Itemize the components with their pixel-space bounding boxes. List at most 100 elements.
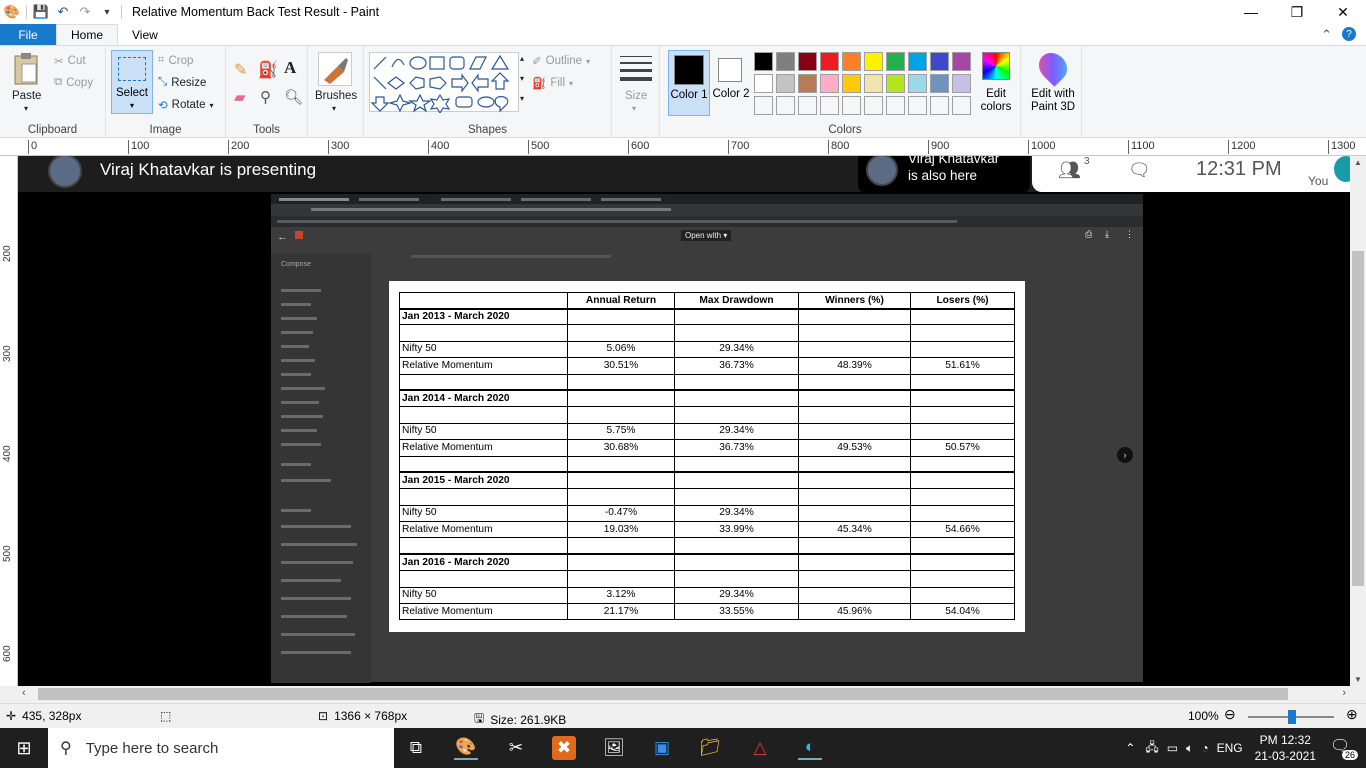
- windows-start-icon[interactable]: ⊞: [12, 736, 36, 760]
- color-picker-icon[interactable]: ⚲: [260, 88, 271, 106]
- palette-swatch[interactable]: [820, 52, 839, 71]
- paint-taskbar-icon[interactable]: 🎨: [454, 736, 478, 760]
- text-tool-icon[interactable]: A: [284, 58, 296, 78]
- palette-swatch[interactable]: [754, 96, 773, 115]
- task-view-icon[interactable]: ⧉: [404, 736, 428, 760]
- brushes-button[interactable]: Brushes: [315, 90, 357, 102]
- zoom-out-button[interactable]: ⊖: [1224, 706, 1236, 723]
- tab-home[interactable]: Home: [56, 24, 119, 45]
- outline-button[interactable]: ✐ Outline ▾: [532, 54, 590, 68]
- more-icon[interactable]: ⋮: [1125, 229, 1134, 240]
- xampp-icon[interactable]: ✖: [552, 736, 576, 760]
- file-explorer-icon[interactable]: 📁︎: [698, 736, 722, 760]
- next-arrow-icon[interactable]: ›: [1117, 447, 1133, 463]
- palette-swatch[interactable]: [776, 52, 795, 71]
- cut-button[interactable]: ✂ Cut: [54, 54, 86, 68]
- shapes-gallery[interactable]: [369, 52, 519, 115]
- size-button[interactable]: Size: [625, 90, 647, 102]
- palette-swatch[interactable]: [930, 96, 949, 115]
- show-hidden-icons[interactable]: ⌃: [1125, 741, 1135, 755]
- horizontal-scroll-thumb[interactable]: [38, 688, 1288, 700]
- select-button[interactable]: Select ▾: [111, 50, 153, 114]
- palette-swatch[interactable]: [908, 52, 927, 71]
- collapse-ribbon-icon[interactable]: ⌃: [1321, 27, 1332, 43]
- print-icon[interactable]: ⎙: [1085, 229, 1092, 240]
- crop-button[interactable]: ⌗ Crop: [158, 54, 193, 67]
- snipping-tool-icon[interactable]: ✂: [504, 736, 528, 760]
- pencil-icon[interactable]: ✎: [234, 60, 247, 80]
- palette-swatch[interactable]: [776, 96, 795, 115]
- magnifier-icon[interactable]: 🔍︎: [284, 88, 303, 106]
- save-icon[interactable]: 💾: [33, 4, 49, 20]
- customize-toolbar-icon[interactable]: ▾: [99, 4, 115, 20]
- minimize-button[interactable]: —: [1228, 0, 1274, 24]
- volume-icon[interactable]: 🔈︎: [1186, 741, 1193, 756]
- palette-swatch[interactable]: [754, 74, 773, 93]
- vertical-scrollbar[interactable]: ▲ ▼: [1350, 156, 1366, 686]
- vertical-scroll-thumb[interactable]: [1352, 251, 1364, 586]
- photos-icon[interactable]: 🖼: [602, 736, 626, 760]
- palette-swatch[interactable]: [842, 96, 861, 115]
- palette-swatch[interactable]: [864, 96, 883, 115]
- paint-canvas[interactable]: Viraj Khatavkar is presenting Viraj Khat…: [18, 156, 1350, 686]
- restore-button[interactable]: ❐: [1274, 0, 1320, 24]
- palette-swatch[interactable]: [798, 74, 817, 93]
- palette-swatch[interactable]: [952, 52, 971, 71]
- notifications-button[interactable]: 🗨︎ 26: [1330, 736, 1358, 760]
- paste-dropdown-icon[interactable]: ▾: [24, 104, 28, 113]
- compose-button[interactable]: Compose: [281, 261, 311, 268]
- taskbar-clock[interactable]: PM 12:32 21-03-2021: [1255, 732, 1316, 764]
- horizontal-scrollbar[interactable]: ‹ ›: [18, 686, 1350, 703]
- edge-icon[interactable]: ◐: [798, 736, 822, 760]
- palette-swatch[interactable]: [952, 74, 971, 93]
- wifi-icon[interactable]: ◔: [1201, 741, 1208, 755]
- paste-icon[interactable]: [10, 52, 42, 86]
- anydesk-icon[interactable]: △: [748, 736, 772, 760]
- redo-icon[interactable]: ↷: [77, 4, 93, 20]
- rotate-button[interactable]: ⟲ Rotate ▾: [158, 98, 214, 112]
- open-with-button[interactable]: Open with ▾: [681, 230, 732, 241]
- palette-swatch[interactable]: [930, 74, 949, 93]
- close-button[interactable]: ✕: [1320, 0, 1366, 24]
- eraser-icon[interactable]: ▰: [234, 88, 246, 106]
- palette-swatch[interactable]: [842, 52, 861, 71]
- palette-swatch[interactable]: [842, 74, 861, 93]
- people-icon[interactable]: 👥︎: [1058, 160, 1081, 181]
- help-icon[interactable]: ?: [1342, 27, 1356, 41]
- resize-button[interactable]: ⤡ Resize: [158, 76, 206, 89]
- edit-paint3d-button[interactable]: Edit with Paint 3D: [1025, 47, 1081, 114]
- palette-swatch[interactable]: [776, 74, 795, 93]
- color1-button[interactable]: Color 1: [668, 50, 710, 116]
- undo-icon[interactable]: ↶: [55, 4, 71, 20]
- copy-button[interactable]: ⧉ Copy: [54, 76, 93, 89]
- zoom-in-button[interactable]: ⊕: [1346, 706, 1358, 723]
- palette-swatch[interactable]: [930, 52, 949, 71]
- palette-swatch[interactable]: [864, 74, 883, 93]
- network-adapter-icon[interactable]: 🖧: [1145, 738, 1158, 759]
- contacts-icon[interactable]: ▣: [650, 736, 674, 760]
- palette-swatch[interactable]: [886, 96, 905, 115]
- download-icon[interactable]: ⤓: [1105, 229, 1109, 240]
- palette-swatch[interactable]: [908, 74, 927, 93]
- color2-button[interactable]: Color 2: [712, 50, 750, 116]
- palette-swatch[interactable]: [886, 74, 905, 93]
- palette-swatch[interactable]: [908, 96, 927, 115]
- palette-swatch[interactable]: [864, 52, 883, 71]
- palette-swatch[interactable]: [754, 52, 773, 71]
- paste-button[interactable]: Paste: [12, 90, 41, 102]
- language-indicator[interactable]: ENG: [1217, 741, 1243, 755]
- fill-bucket-icon[interactable]: ⛽: [258, 60, 278, 80]
- tab-file[interactable]: File: [0, 24, 56, 45]
- taskbar-search-box[interactable]: ⚲ Type here to search: [48, 728, 394, 768]
- palette-swatch[interactable]: [820, 74, 839, 93]
- back-arrow-icon[interactable]: ←: [277, 231, 288, 243]
- zoom-slider[interactable]: [1248, 710, 1334, 724]
- palette-swatch[interactable]: [798, 96, 817, 115]
- size-icon[interactable]: [620, 56, 652, 81]
- zoom-slider-thumb[interactable]: [1288, 710, 1296, 724]
- chat-icon[interactable]: 🗨︎: [1128, 160, 1151, 181]
- battery-icon[interactable]: ▭: [1167, 741, 1178, 755]
- palette-swatch[interactable]: [820, 96, 839, 115]
- palette-swatch[interactable]: [886, 52, 905, 71]
- brush-icon[interactable]: [318, 52, 352, 86]
